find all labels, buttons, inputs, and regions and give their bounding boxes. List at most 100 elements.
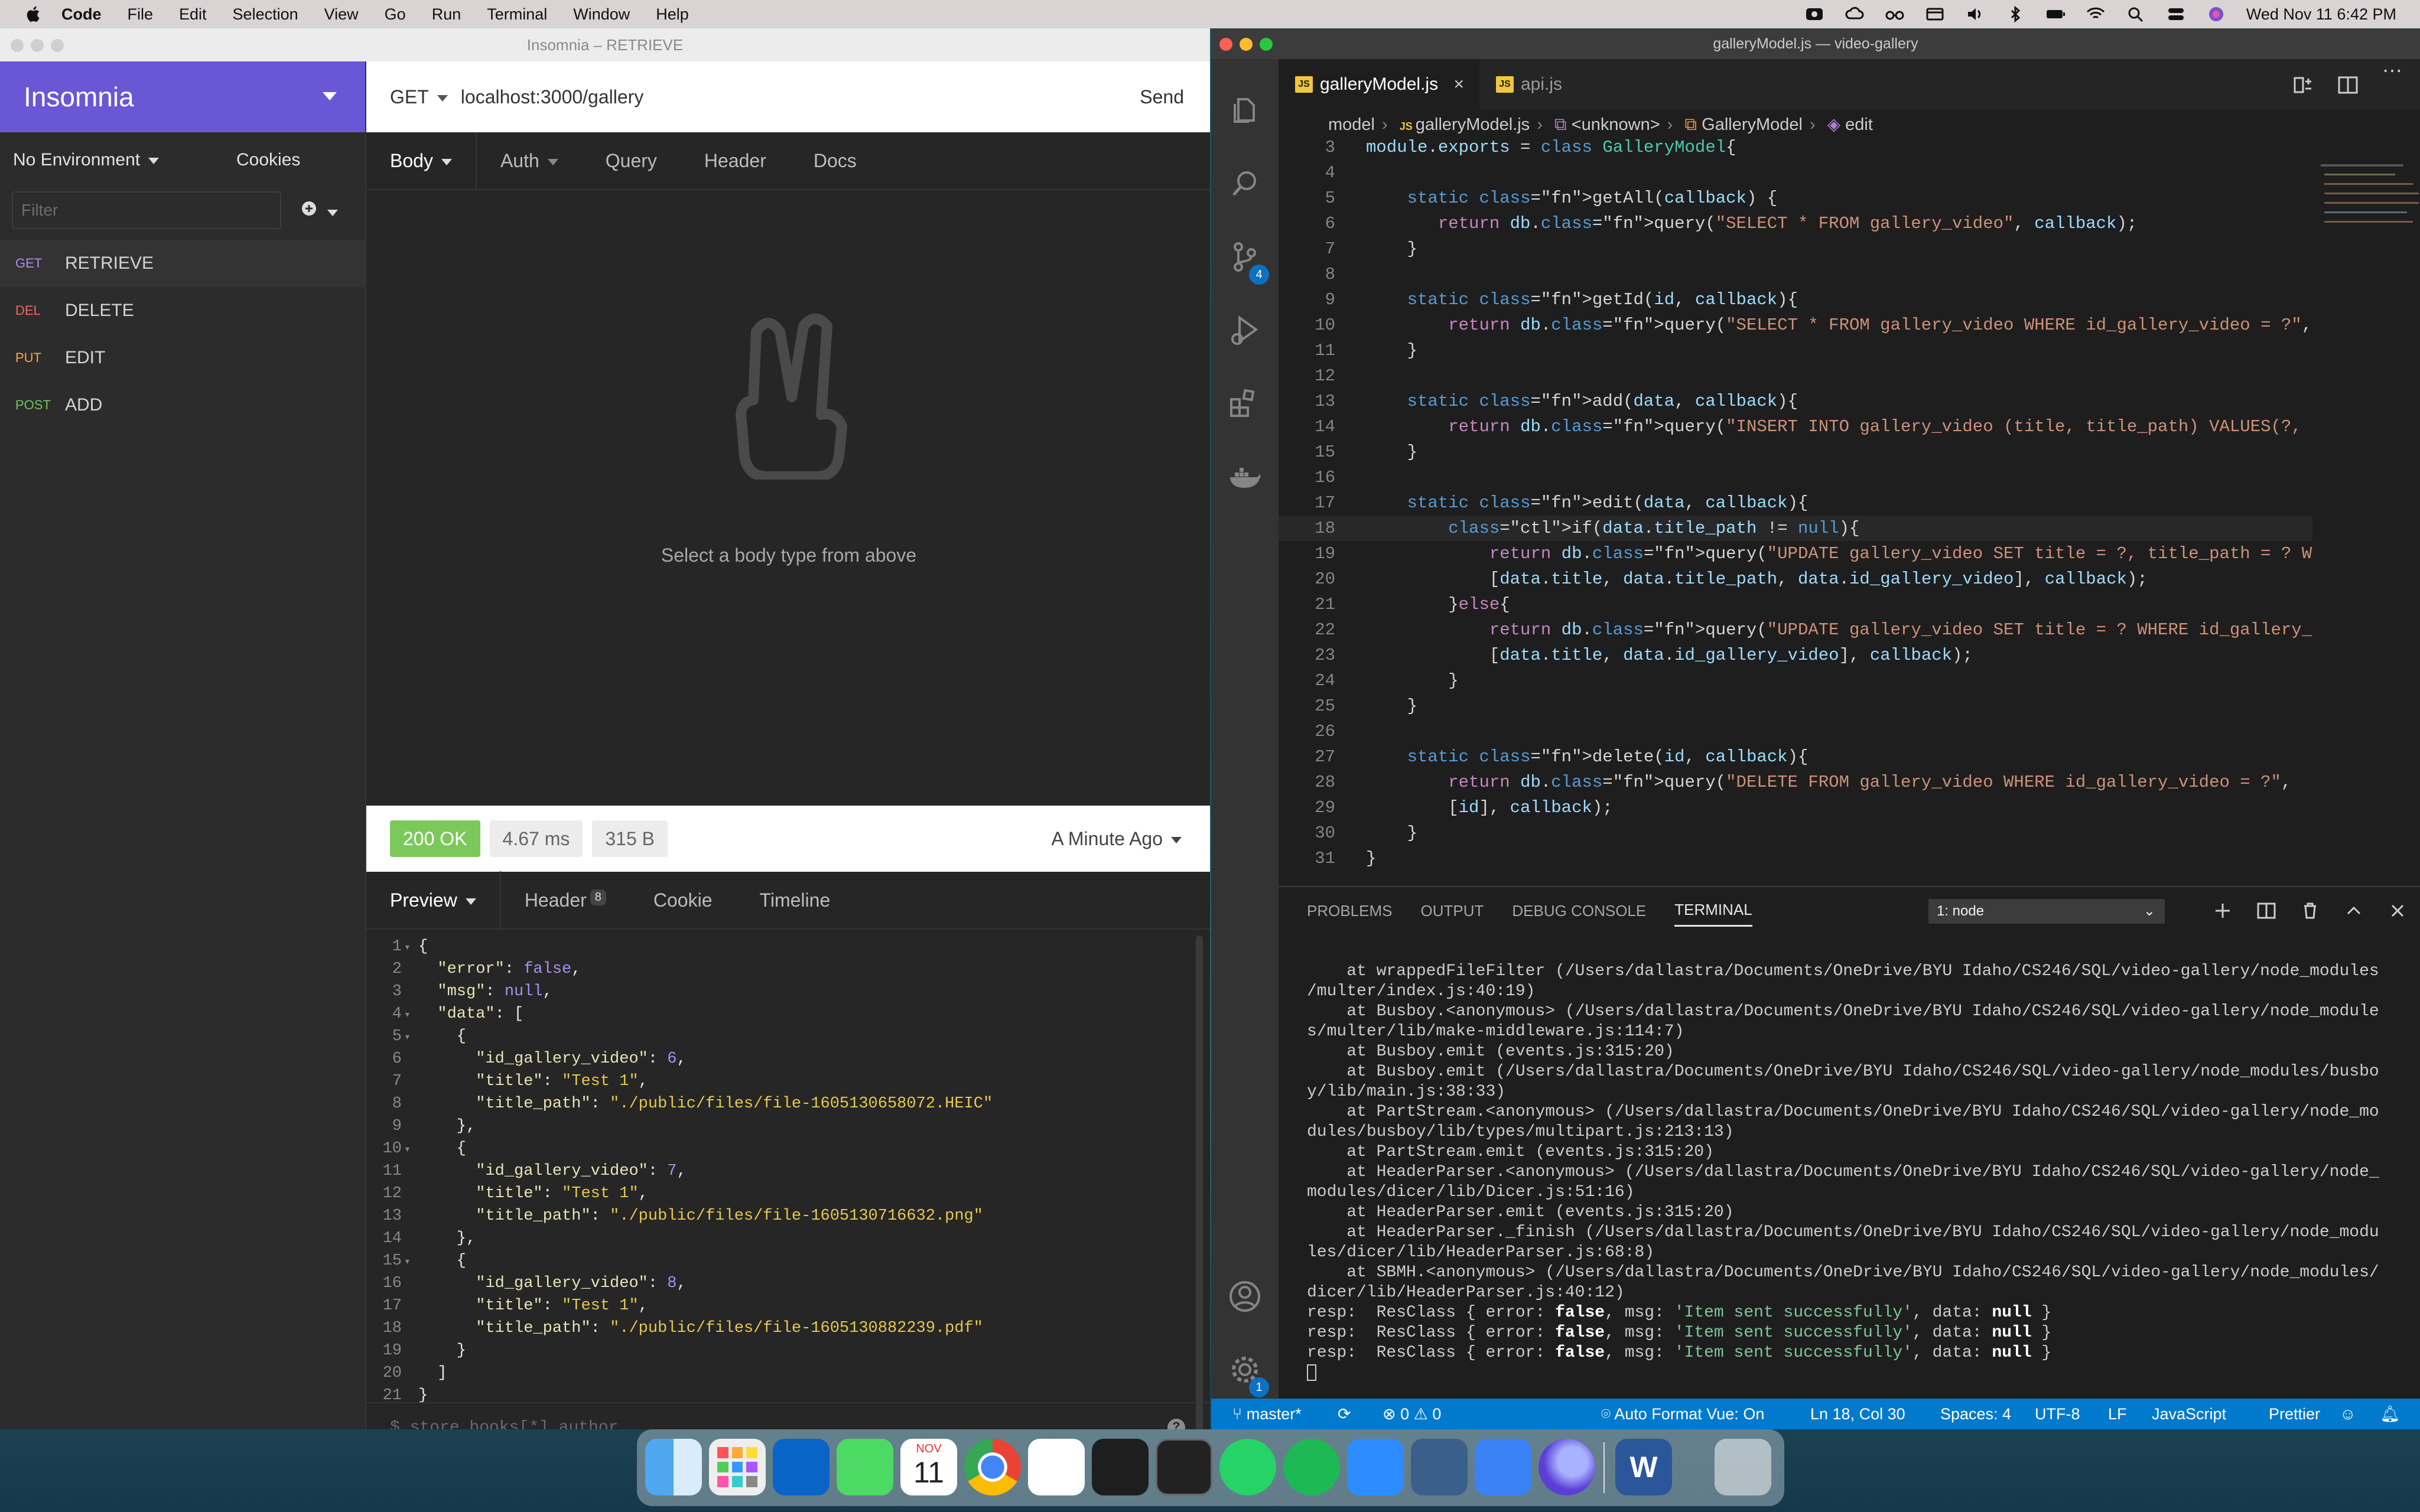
branch-status[interactable]: ⑂ master*: [1232, 1399, 1302, 1429]
menu-file[interactable]: File: [128, 5, 154, 24]
breadcrumb-item-class[interactable]: GalleryModel: [1702, 115, 1803, 134]
help-icon[interactable]: ?: [1167, 1419, 1185, 1429]
tab-preview[interactable]: Preview: [366, 889, 500, 911]
chrome-icon[interactable]: [964, 1439, 1021, 1495]
feedback-icon[interactable]: ☺: [2340, 1399, 2356, 1429]
docker-icon[interactable]: [1228, 460, 1262, 494]
bluetooth-icon[interactable]: [2005, 5, 2025, 23]
menu-app-name[interactable]: Code: [61, 5, 102, 24]
tab-body[interactable]: Body: [366, 150, 476, 172]
extensions-icon[interactable]: [1228, 386, 1262, 421]
window-icon[interactable]: [1925, 5, 1945, 23]
insomnia-app-icon[interactable]: [1538, 1439, 1595, 1495]
formatter-status[interactable]: Prettier: [2269, 1399, 2320, 1429]
minimize-window-button[interactable]: [1240, 38, 1253, 51]
language-mode[interactable]: JavaScript: [2152, 1399, 2226, 1429]
http-method-dropdown[interactable]: GET: [390, 86, 448, 108]
tab-output[interactable]: OUTPUT: [1421, 896, 1484, 926]
breadcrumb-item-method[interactable]: edit: [1845, 115, 1873, 134]
menu-window[interactable]: Window: [573, 5, 630, 24]
menu-terminal[interactable]: Terminal: [487, 5, 547, 24]
close-window-button[interactable]: [1219, 38, 1232, 51]
close-window-button[interactable]: [11, 39, 24, 52]
breadcrumb-item-unknown[interactable]: <unknown>: [1572, 115, 1660, 134]
tab-timeline[interactable]: Timeline: [736, 889, 854, 911]
menu-edit[interactable]: Edit: [179, 5, 207, 24]
zoom-icon[interactable]: [1347, 1439, 1404, 1495]
eol-status[interactable]: LF: [2108, 1399, 2127, 1429]
spotlight-search-icon[interactable]: [2126, 5, 2146, 23]
slack-icon[interactable]: [1028, 1439, 1085, 1495]
fold-arrow-icon[interactable]: ▾: [402, 1027, 418, 1049]
terminal-select[interactable]: 1: node ⌄: [1928, 899, 2165, 924]
send-button[interactable]: Send: [1140, 86, 1184, 108]
close-tab-icon[interactable]: ×: [1453, 59, 1464, 110]
request-item-retrieve[interactable]: GET RETRIEVE: [0, 240, 365, 287]
search-icon[interactable]: [1228, 167, 1262, 201]
tab-problems[interactable]: PROBLEMS: [1307, 896, 1393, 926]
launchpad-icon[interactable]: [709, 1439, 766, 1495]
fold-arrow-icon[interactable]: ▾: [402, 1251, 418, 1273]
sync-icon[interactable]: ⟳: [1338, 1399, 1351, 1429]
workspace-dropdown[interactable]: Insomnia: [0, 61, 365, 132]
cursor-position[interactable]: Ln 18, Col 30: [1810, 1399, 1905, 1429]
cloud-icon[interactable]: [1845, 5, 1865, 23]
split-editor-icon[interactable]: [2337, 76, 2359, 94]
finder-icon[interactable]: [645, 1439, 702, 1495]
tab-response-header[interactable]: Header 8: [501, 889, 630, 911]
split-terminal-icon[interactable]: [2256, 900, 2277, 921]
open-changes-icon[interactable]: [2292, 76, 2314, 94]
breadcrumb-item-folder[interactable]: model: [1328, 115, 1375, 134]
tab-terminal[interactable]: TERMINAL: [1674, 895, 1752, 927]
wifi-icon[interactable]: [2086, 5, 2106, 23]
word-icon[interactable]: W: [1615, 1439, 1672, 1495]
code-editor[interactable]: 3 module.exports = class GalleryModel{4 5 …: [1279, 135, 2312, 902]
camera-icon[interactable]: [1804, 5, 1824, 23]
add-request-button[interactable]: [301, 200, 338, 222]
new-terminal-icon[interactable]: [2212, 900, 2233, 921]
notifications-bell-icon[interactable]: 🔔︎: [2380, 1399, 2400, 1429]
messages-icon[interactable]: [837, 1439, 893, 1495]
terminal-output[interactable]: at wrappedFileFilter (/Users/dallastra/D…: [1307, 962, 2406, 1383]
tab-header[interactable]: Header: [681, 150, 790, 172]
tab-docs[interactable]: Docs: [790, 150, 880, 172]
tab-cookie[interactable]: Cookie: [630, 889, 736, 911]
tab-query[interactable]: Query: [582, 150, 681, 172]
account-icon[interactable]: [1228, 1279, 1262, 1314]
xcode-instruments-icon[interactable]: [1475, 1439, 1531, 1495]
vscode-icon[interactable]: [1092, 1439, 1149, 1495]
response-history-dropdown[interactable]: A Minute Ago: [1051, 828, 1182, 850]
close-panel-icon[interactable]: [2387, 900, 2408, 921]
json-response-viewer[interactable]: 1 ▾{2 "error": false, 3 "msg": null, 4 ▾ "da…: [366, 936, 1199, 1429]
json-scrollbar[interactable]: [1196, 936, 1203, 1429]
fold-arrow-icon[interactable]: ▾: [402, 937, 418, 959]
fold-arrow-icon[interactable]: ▾: [402, 1004, 418, 1027]
explorer-icon[interactable]: [1228, 93, 1262, 128]
url-input[interactable]: localhost:3000/gallery: [461, 86, 644, 108]
problems-status[interactable]: ⊗ 0 ⚠ 0: [1383, 1399, 1441, 1429]
json-filter-input[interactable]: $.store.books[*].author ?: [366, 1402, 1210, 1429]
menu-go[interactable]: Go: [385, 5, 406, 24]
menu-clock[interactable]: Wed Nov 11 6:42 PM: [2246, 5, 2396, 24]
indentation-status[interactable]: Spaces: 4: [1940, 1399, 2011, 1429]
maximize-panel-icon[interactable]: [2343, 900, 2364, 921]
minimap[interactable]: [2317, 138, 2419, 918]
trash-icon[interactable]: [2299, 900, 2321, 921]
menu-view[interactable]: View: [324, 5, 359, 24]
outlook-icon[interactable]: [773, 1439, 830, 1495]
terminal-app-icon[interactable]: [1156, 1439, 1212, 1495]
menu-help[interactable]: Help: [656, 5, 689, 24]
more-actions-icon[interactable]: ⋯: [2382, 59, 2402, 83]
tab-gallerymodel-js[interactable]: JS galleryModel.js ×: [1279, 59, 1479, 110]
whatsapp-icon[interactable]: [1219, 1439, 1276, 1495]
apple-logo-icon[interactable]: [24, 4, 44, 24]
tab-debug-console[interactable]: DEBUG CONSOLE: [1512, 896, 1646, 926]
calendar-icon[interactable]: NOV 11: [900, 1439, 957, 1495]
tab-auth[interactable]: Auth: [477, 150, 582, 172]
mysql-workbench-icon[interactable]: [1411, 1439, 1468, 1495]
battery-icon[interactable]: [2045, 5, 2066, 23]
minimize-window-button[interactable]: [31, 39, 44, 52]
trash-icon[interactable]: [1715, 1439, 1771, 1495]
fold-arrow-icon[interactable]: ▾: [402, 1139, 418, 1161]
filter-input[interactable]: Filter: [12, 191, 281, 229]
